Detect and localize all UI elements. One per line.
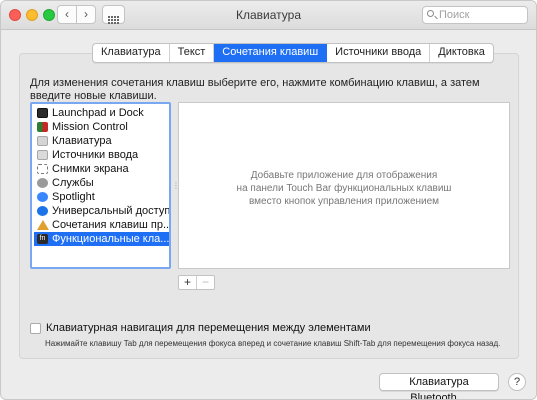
list-item-app-shortcuts[interactable]: Сочетания клавиш пр... bbox=[34, 218, 169, 232]
empty-state-line: Добавьте приложение для отображения bbox=[250, 170, 438, 181]
spotlight-icon bbox=[37, 192, 48, 202]
empty-state-message: Добавьте приложение для отображения на п… bbox=[179, 169, 509, 208]
empty-state-line: вместо кнопок управления приложением bbox=[248, 196, 440, 207]
list-item-screenshots[interactable]: Снимки экрана bbox=[34, 162, 169, 176]
tab-shortcuts[interactable]: Сочетания клавиш bbox=[214, 44, 328, 62]
list-item-label: Launchpad и Dock bbox=[52, 107, 144, 119]
search-placeholder: Поиск bbox=[439, 9, 470, 21]
tab-dictation[interactable]: Диктовка bbox=[430, 44, 493, 62]
add-button[interactable]: + bbox=[179, 276, 196, 289]
accessibility-icon bbox=[37, 206, 48, 216]
remove-button[interactable]: − bbox=[196, 276, 214, 289]
fn-icon: fn bbox=[37, 234, 48, 244]
list-item-spotlight[interactable]: Spotlight bbox=[34, 190, 169, 204]
screenshot-icon bbox=[37, 164, 48, 174]
list-item-keyboard[interactable]: Клавиатура bbox=[34, 134, 169, 148]
help-button[interactable]: ? bbox=[508, 373, 526, 391]
add-remove-control: + − bbox=[178, 275, 215, 290]
list-item-label: Функциональные кла... bbox=[52, 233, 169, 245]
list-item-label: Клавиатура bbox=[52, 135, 112, 147]
list-item-input-sources[interactable]: Источники ввода bbox=[34, 148, 169, 162]
preferences-window: ‹ › Клавиатура Поиск Клавиатура Текст Со… bbox=[0, 0, 537, 400]
list-item-mission-control[interactable]: Mission Control bbox=[34, 120, 169, 134]
tab-input-sources[interactable]: Источники ввода bbox=[327, 44, 431, 62]
empty-state-line: на панели Touch Bar функциональных клави… bbox=[236, 183, 452, 194]
shortcut-category-list[interactable]: Launchpad и Dock Mission Control Клавиат… bbox=[30, 102, 171, 269]
mission-control-icon bbox=[37, 122, 48, 132]
list-item-label: Службы bbox=[52, 177, 94, 189]
search-icon bbox=[427, 10, 434, 17]
list-item-label: Spotlight bbox=[52, 191, 95, 203]
search-field[interactable]: Поиск bbox=[422, 6, 528, 24]
tab-keyboard[interactable]: Клавиатура bbox=[93, 44, 170, 62]
keyboard-navigation-note: Нажимайте клавишу Tab для перемещения фо… bbox=[45, 339, 501, 348]
app-list-pane[interactable]: Добавьте приложение для отображения на п… bbox=[178, 102, 510, 269]
app-shortcuts-icon bbox=[37, 220, 49, 230]
keyboard-navigation-checkbox[interactable] bbox=[30, 323, 41, 334]
tab-bar: Клавиатура Текст Сочетания клавиш Источн… bbox=[92, 43, 494, 63]
keyboard-navigation-label[interactable]: Клавиатурная навигация для перемещения м… bbox=[46, 322, 371, 334]
list-item-label: Источники ввода bbox=[52, 149, 139, 161]
list-item-label: Сочетания клавиш пр... bbox=[52, 219, 169, 231]
list-item-label: Mission Control bbox=[52, 121, 128, 133]
list-item-accessibility[interactable]: Универсальный доступ bbox=[34, 204, 169, 218]
list-item-launchpad-dock[interactable]: Launchpad и Dock bbox=[34, 106, 169, 120]
launchpad-icon bbox=[37, 108, 48, 118]
instructions-text: Для изменения сочетания клавиш выберите … bbox=[30, 77, 480, 102]
list-item-label: Универсальный доступ bbox=[52, 205, 169, 217]
tab-text[interactable]: Текст bbox=[170, 44, 215, 62]
gear-icon bbox=[37, 178, 48, 188]
title-bar: ‹ › Клавиатура Поиск bbox=[1, 1, 536, 30]
keyboard-icon bbox=[37, 136, 48, 146]
input-sources-icon bbox=[37, 150, 48, 160]
setup-bluetooth-keyboard-button[interactable]: Клавиатура Bluetooth… bbox=[379, 373, 499, 399]
list-item-services[interactable]: Службы bbox=[34, 176, 169, 190]
list-item-function-keys[interactable]: fn Функциональные кла... bbox=[34, 232, 169, 246]
list-item-label: Снимки экрана bbox=[52, 163, 129, 175]
